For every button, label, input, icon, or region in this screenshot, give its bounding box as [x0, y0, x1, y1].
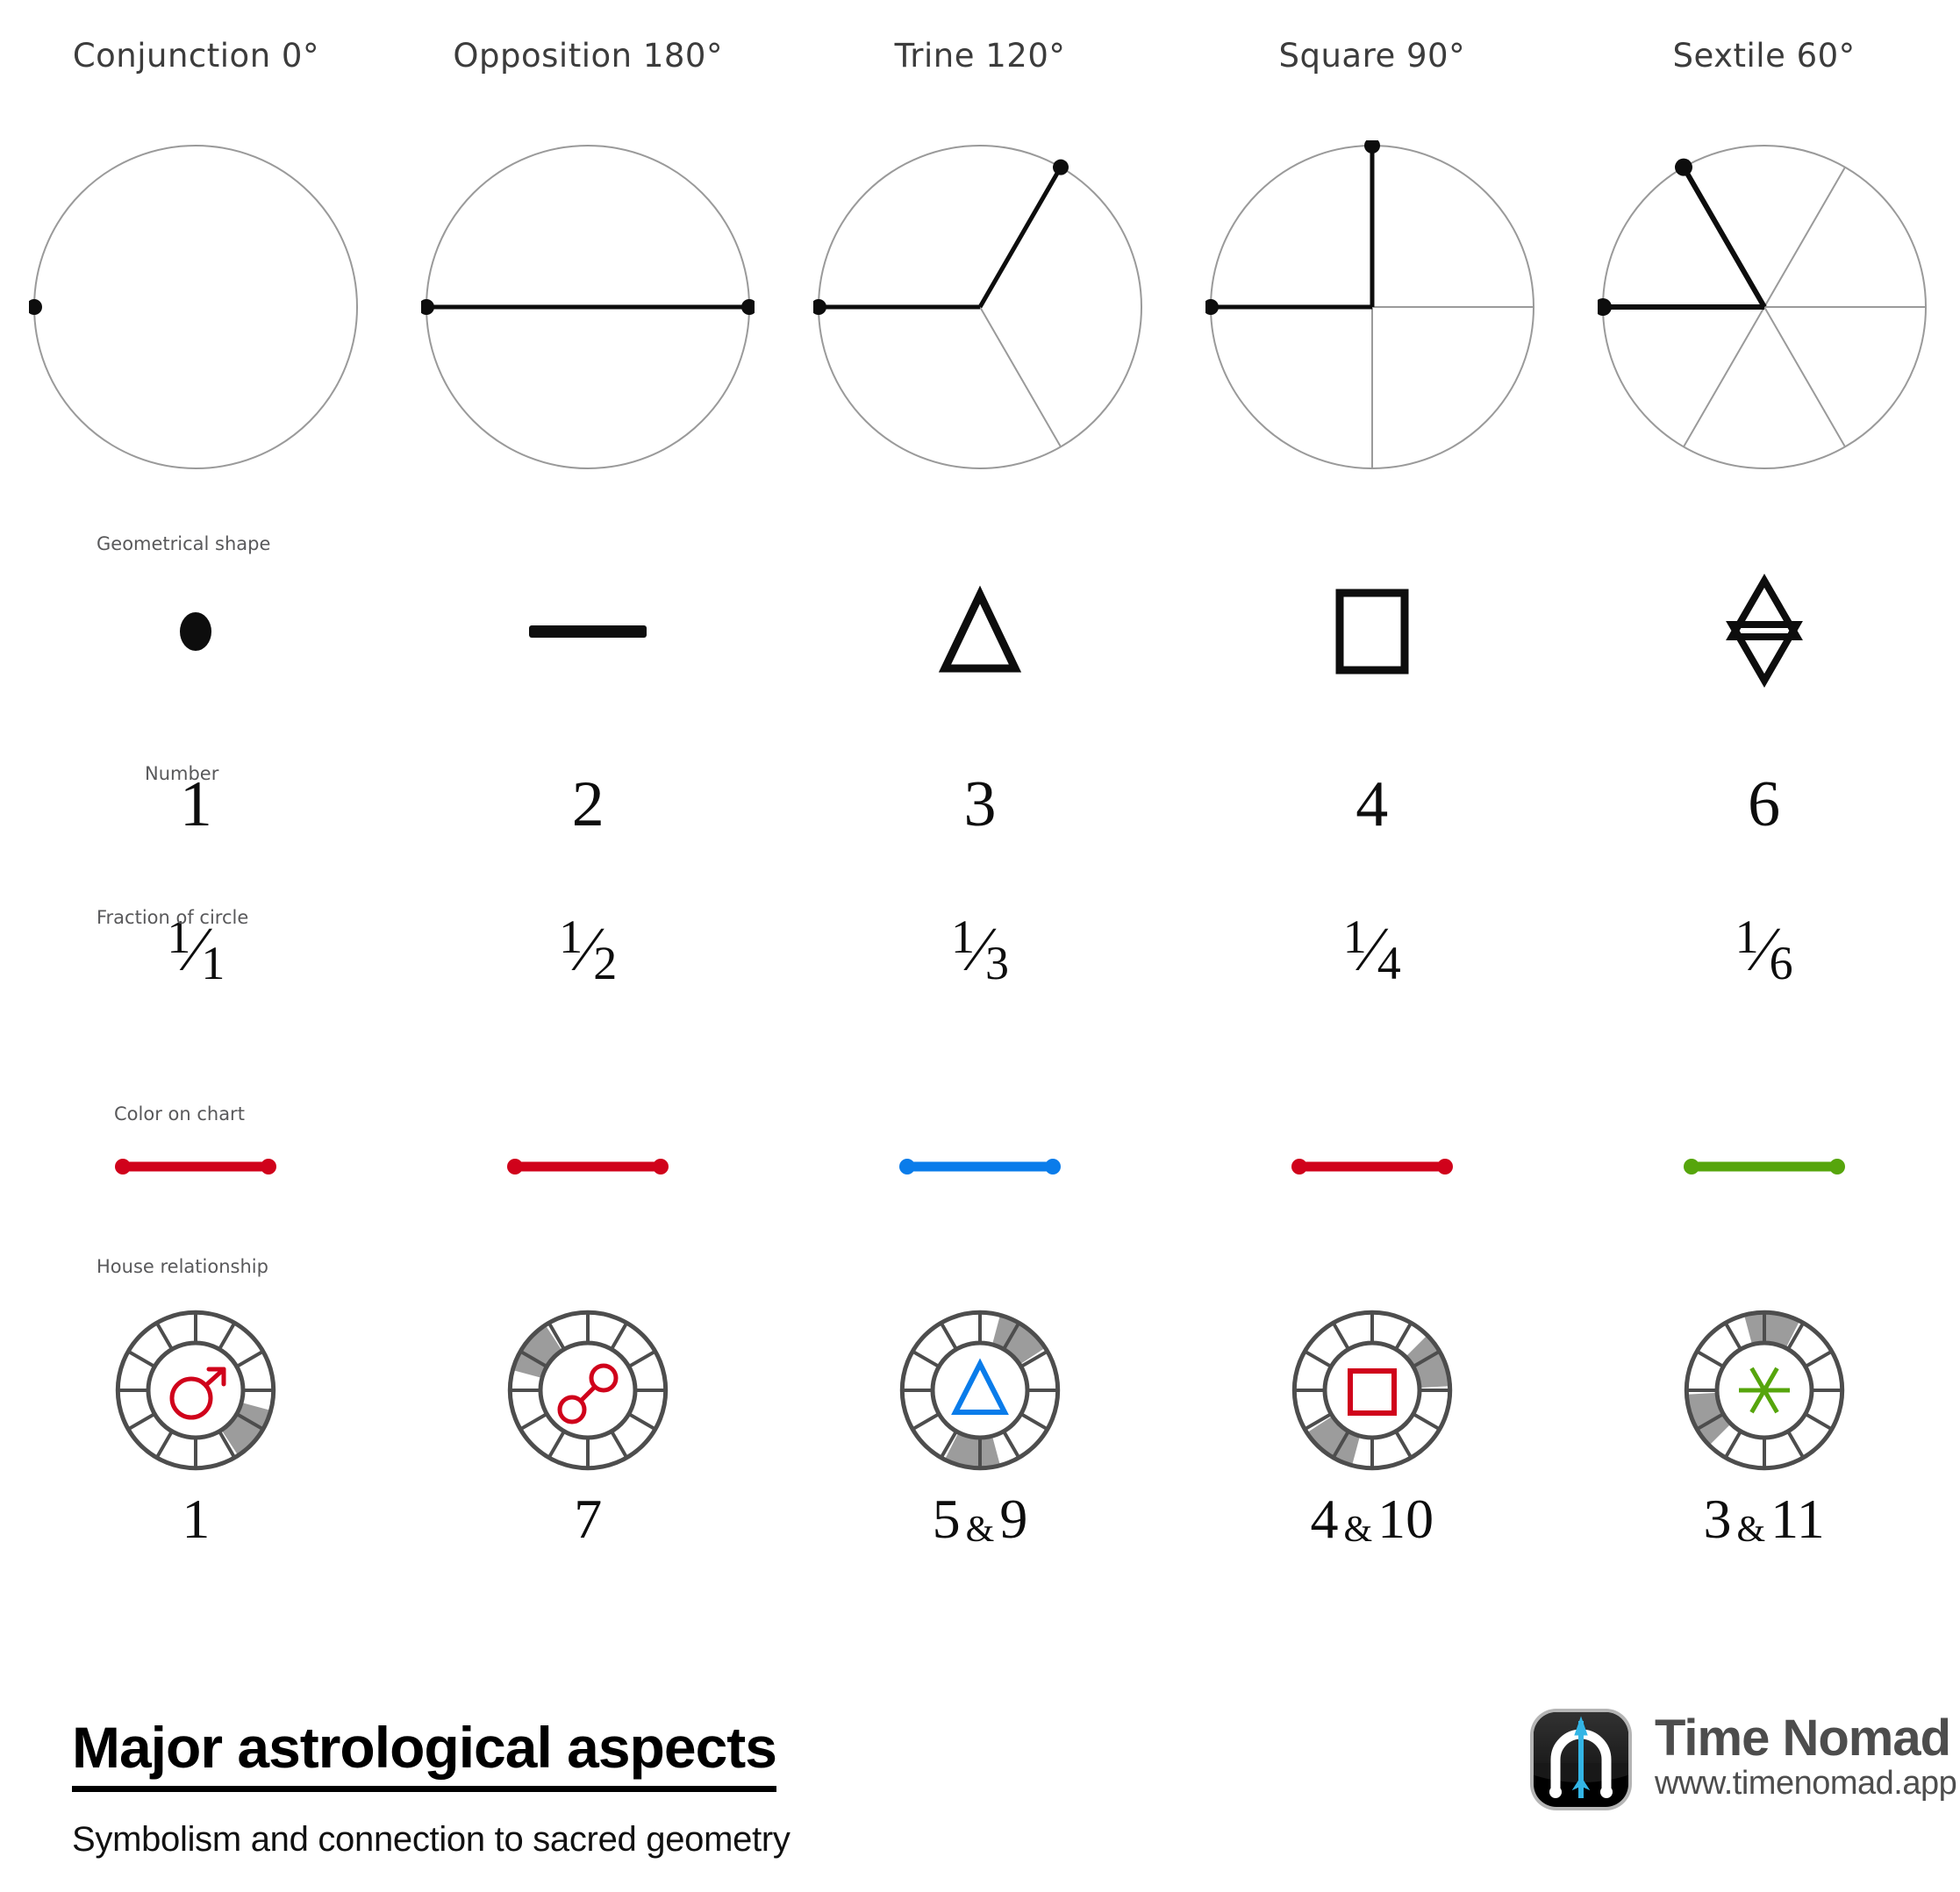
fraction-cell-sextile: 1⁄6 [1568, 910, 1960, 987]
house-wheel-trine [892, 1303, 1068, 1482]
page-subtitle: Symbolism and connection to sacred geome… [72, 1820, 790, 1859]
house-b: 11 [1770, 1488, 1825, 1550]
aspect-circle-trine [810, 140, 1147, 478]
house-b: 9 [999, 1488, 1028, 1550]
brand-name: Time Nomad [1655, 1710, 1951, 1767]
aspect-circle-square [1202, 138, 1539, 478]
color-cell-opposition [500, 1149, 676, 1184]
house-number-conjunction: 1 [182, 1488, 211, 1550]
color-cell-trine [892, 1149, 1068, 1184]
house-wheel-conjunction [108, 1303, 283, 1482]
aspect-circle-conjunction [26, 140, 362, 478]
row-label-fraction-of-circle: Fraction of circle [97, 907, 249, 928]
fraction-square: 1⁄4 [1342, 910, 1401, 987]
color-cell-conjunction [108, 1149, 283, 1184]
house-b: 10 [1377, 1488, 1434, 1550]
row-label-house-relationship: House relationship [97, 1256, 268, 1277]
house-wheel-svg [507, 1310, 669, 1471]
row-label-color-on-chart: Color on chart [114, 1103, 245, 1124]
house-number-trine: 5 &9 [784, 1488, 1177, 1550]
shape-cell-trine [892, 579, 1068, 684]
fraction-slash: ⁄ [1366, 914, 1377, 984]
column-header-square: Square 90° [1278, 37, 1466, 75]
fraction-numerator: 1 [950, 910, 975, 963]
column-header-opposition: Opposition 180° [453, 37, 723, 75]
fraction-numerator: 1 [1735, 910, 1759, 963]
house-a: 3 [1703, 1488, 1732, 1550]
shape-cell-sextile [1677, 574, 1852, 688]
brand-url[interactable]: www.timenomad.app [1655, 1765, 1957, 1803]
fraction-numerator: 1 [559, 910, 583, 963]
row-label-geometrical-shape: Geometrical shape [97, 533, 271, 554]
number-cell-trine: 3 [963, 768, 997, 840]
aspect-circle-sextile [1593, 140, 1931, 478]
brand-text: Time Nomad www.timenomad.app [1655, 1705, 1957, 1803]
house-wheel-svg [1291, 1310, 1452, 1471]
row-label-number: Number [145, 763, 219, 784]
line-shape [529, 625, 647, 638]
house-wheel-square [1284, 1303, 1460, 1482]
house-wheel-svg [899, 1310, 1061, 1471]
house-number-square: 4 &10 [1176, 1488, 1568, 1550]
triangle-shape [938, 585, 1022, 673]
footer: Major astrological aspects Symbolism and… [0, 1693, 1960, 1892]
fraction-cell-square: 1⁄4 [1176, 910, 1568, 987]
fraction-sextile: 1⁄6 [1735, 910, 1793, 987]
fraction-denominator: 4 [1377, 937, 1401, 989]
hexagram-shape [1725, 574, 1803, 688]
color-cell-sextile [1677, 1149, 1852, 1184]
infographic-sheet: Conjunction 0° 1 1⁄1 1 Opposition 180° 2… [0, 0, 1960, 1892]
house-a: 4 [1310, 1488, 1339, 1550]
point-shape [180, 612, 212, 651]
house-number-opposition: 7 [574, 1488, 603, 1550]
fraction-opposition: 1⁄2 [559, 910, 617, 987]
fraction-denominator: 6 [1769, 937, 1793, 989]
column-header-conjunction: Conjunction 0° [72, 37, 319, 75]
fraction-cell-opposition: 1⁄2 [392, 910, 784, 987]
page-title: Major astrological aspects [72, 1714, 777, 1792]
color-cell-square [1284, 1149, 1460, 1184]
fraction-trine: 1⁄3 [950, 910, 1009, 987]
number-cell-sextile: 6 [1748, 768, 1781, 840]
ampersand: & [1343, 1510, 1373, 1550]
number-cell-opposition: 2 [571, 768, 604, 840]
house-wheel-svg [1684, 1310, 1844, 1471]
time-nomad-app-icon [1530, 1709, 1632, 1810]
fraction-denominator: 2 [593, 937, 618, 989]
column-header-trine: Trine 120° [894, 37, 1066, 75]
shape-cell-conjunction [108, 579, 283, 684]
fraction-denominator: 3 [985, 937, 1009, 989]
fraction-slash: ⁄ [1758, 914, 1770, 984]
column-header-sextile: Sextile 60° [1672, 37, 1856, 75]
house-wheel-opposition [500, 1303, 676, 1482]
shape-cell-square [1284, 579, 1460, 684]
shape-cell-opposition [500, 579, 676, 684]
fraction-slash: ⁄ [974, 914, 985, 984]
house-number-sextile: 3 &11 [1568, 1488, 1960, 1550]
number-cell-square: 4 [1356, 768, 1389, 840]
fraction-numerator: 1 [1342, 910, 1367, 963]
house-a: 5 [932, 1488, 961, 1550]
fraction-slash: ⁄ [583, 914, 594, 984]
brand-block[interactable]: Time Nomad www.timenomad.app [1527, 1705, 1957, 1814]
ampersand: & [965, 1510, 995, 1550]
ampersand: & [1736, 1510, 1766, 1550]
square-shape [1335, 589, 1409, 675]
house-wheel-svg [116, 1310, 276, 1471]
aspect-circle-opposition [418, 140, 758, 478]
fraction-denominator: 1 [201, 937, 225, 989]
house-wheel-sextile [1677, 1303, 1852, 1482]
fraction-cell-trine: 1⁄3 [784, 910, 1177, 987]
